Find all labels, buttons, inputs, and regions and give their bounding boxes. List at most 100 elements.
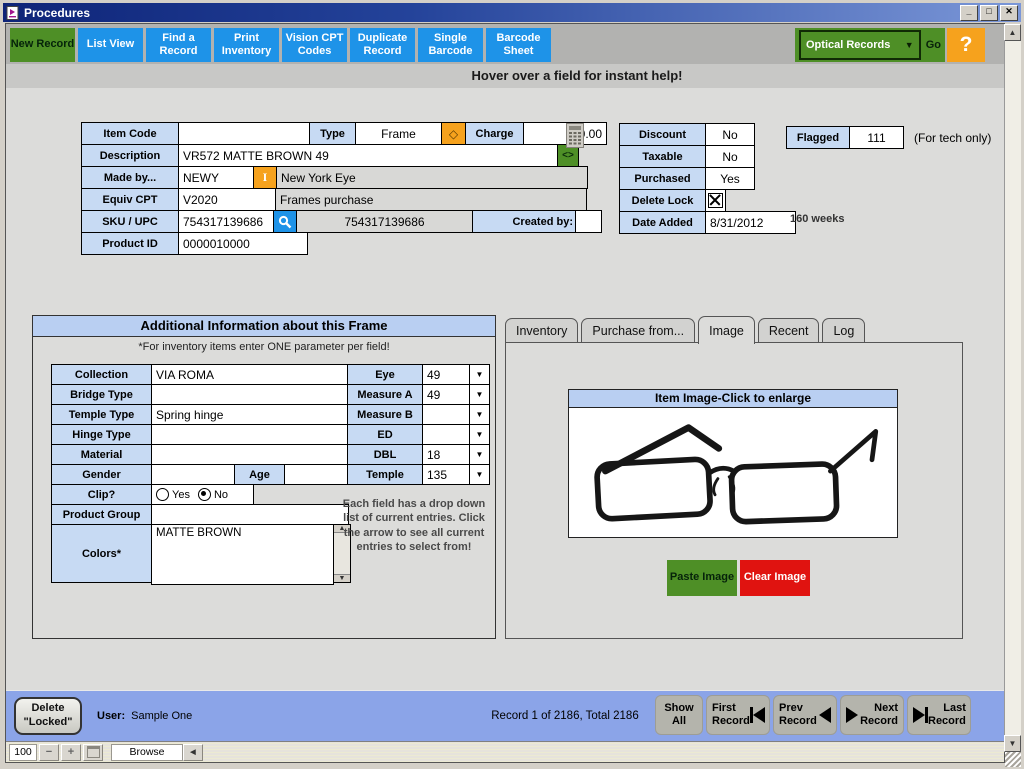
dbl-label: DBL	[347, 444, 423, 465]
zoom-out-icon[interactable]: −	[39, 744, 59, 761]
hinge-type-field[interactable]	[151, 424, 349, 445]
tab-recent[interactable]: Recent	[758, 318, 820, 343]
eyeglasses-image	[577, 412, 889, 534]
tab-log[interactable]: Log	[822, 318, 865, 343]
window-title: Procedures	[24, 6, 958, 20]
eye-dropdown-icon[interactable]: ▼	[469, 364, 490, 385]
equiv-cpt-name-value: Frames purchase	[275, 188, 587, 211]
duplicate-record-button[interactable]: Duplicate Record	[350, 28, 415, 62]
sku-mirror-value: 754317139686	[296, 210, 473, 233]
clip-yes-radio[interactable]	[156, 488, 169, 501]
scrollbar-down-icon[interactable]: ▼	[1004, 735, 1021, 752]
item-code-field[interactable]	[178, 122, 310, 145]
mode-popup-icon[interactable]: ◀	[183, 744, 203, 761]
description-field[interactable]: VR572 MATTE BROWN 49	[178, 144, 558, 167]
go-button[interactable]: Go	[926, 39, 941, 51]
product-group-field[interactable]	[151, 504, 349, 525]
taxable-value[interactable]: No	[705, 145, 755, 168]
date-added-label: Date Added	[619, 211, 706, 234]
prev-record-button[interactable]: Prev Record	[773, 695, 837, 735]
scroll-down-icon[interactable]: ▼	[334, 574, 350, 582]
delete-locked-button[interactable]: Delete "Locked"	[14, 697, 82, 735]
dbl-field[interactable]: 18	[422, 444, 470, 465]
app-window: Procedures _ □ ✕ New Record List View Fi…	[0, 0, 1024, 769]
user-label: User:	[97, 710, 125, 722]
mode-select[interactable]: Browse	[111, 744, 183, 761]
item-image[interactable]	[568, 407, 898, 538]
created-by-field[interactable]	[575, 210, 602, 233]
help-button[interactable]: ?	[947, 28, 985, 62]
item-image-header: Item Image-Click to enlarge	[568, 389, 898, 408]
type-picker-icon[interactable]: ◇	[441, 122, 466, 145]
flags-table: Discount No Taxable No Purchased Yes Del…	[620, 124, 796, 234]
close-icon[interactable]: ✕	[1000, 5, 1018, 21]
single-barcode-button[interactable]: Single Barcode	[418, 28, 483, 62]
colors-field[interactable]: MATTE BROWN	[151, 524, 334, 585]
discount-value[interactable]: No	[705, 123, 755, 146]
equiv-cpt-field[interactable]: V2020	[178, 188, 276, 211]
charge-field[interactable]: 90.00	[523, 122, 607, 145]
list-view-button[interactable]: List View	[78, 28, 143, 62]
measure-b-dropdown-icon[interactable]: ▼	[469, 404, 490, 425]
temple-type-field[interactable]: Spring hinge	[151, 404, 349, 425]
records-select[interactable]: Optical Records ▼	[799, 30, 921, 60]
delete-lock-checkbox[interactable]	[705, 189, 726, 212]
vertical-scrollbar[interactable]	[1004, 24, 1021, 752]
measure-a-label: Measure A	[347, 384, 423, 405]
clip-yes-label: Yes	[172, 489, 190, 501]
show-all-button[interactable]: Show All	[655, 695, 703, 735]
measure-a-dropdown-icon[interactable]: ▼	[469, 384, 490, 405]
flagged-label: Flagged	[786, 126, 850, 149]
calculator-icon[interactable]	[566, 123, 584, 148]
next-record-button[interactable]: Next Record	[840, 695, 904, 735]
status-toolbar-toggle-icon[interactable]	[83, 744, 103, 761]
temple-dropdown-icon[interactable]: ▼	[469, 464, 490, 485]
vision-cpt-codes-button[interactable]: Vision CPT Codes	[282, 28, 347, 62]
collection-field[interactable]: VIA ROMA	[151, 364, 349, 385]
ed-field[interactable]	[422, 424, 470, 445]
print-inventory-button[interactable]: Print Inventory	[214, 28, 279, 62]
date-added-field[interactable]: 8/31/2012	[705, 211, 796, 234]
paste-image-button[interactable]: Paste Image	[667, 560, 737, 596]
zoom-level[interactable]: 100	[9, 744, 37, 761]
dbl-dropdown-icon[interactable]: ▼	[469, 444, 490, 465]
sku-upc-field[interactable]: 754317139686	[178, 210, 274, 233]
ed-dropdown-icon[interactable]: ▼	[469, 424, 490, 445]
scrollbar-up-icon[interactable]: ▲	[1004, 24, 1021, 41]
status-bar: 100 − + Browse ◀	[6, 741, 1004, 762]
hover-hint-text: Hover over a field for instant help!	[150, 64, 1004, 88]
maximize-icon[interactable]: □	[980, 5, 998, 21]
clip-radio-group: Yes No	[151, 484, 254, 505]
measure-b-field[interactable]	[422, 404, 470, 425]
item-form: Item Code Type Frame ◇ Charge 90.00 Desc…	[82, 123, 607, 255]
barcode-sheet-button[interactable]: Barcode Sheet	[486, 28, 551, 62]
temple-field[interactable]: 135	[422, 464, 470, 485]
measures-table: Eye 49 ▼ Measure A 49 ▼ Measure B ▼ ED ▼…	[348, 365, 490, 485]
records-select-housing: Optical Records ▼ Go	[795, 28, 945, 62]
measure-a-field[interactable]: 49	[422, 384, 470, 405]
tab-bar: Inventory Purchase from... Image Recent …	[505, 317, 868, 343]
first-record-button[interactable]: First Record	[706, 695, 770, 735]
last-record-button[interactable]: Last Record	[907, 695, 971, 735]
tab-purchase-from[interactable]: Purchase from...	[581, 318, 695, 343]
made-by-code-field[interactable]: NEWY	[178, 166, 254, 189]
material-field[interactable]	[151, 444, 349, 465]
type-field[interactable]: Frame	[355, 122, 442, 145]
minimize-icon[interactable]: _	[960, 5, 978, 21]
purchased-value[interactable]: Yes	[705, 167, 755, 190]
product-id-field[interactable]: 0000010000	[178, 232, 308, 255]
window-resize-grip[interactable]	[1005, 752, 1021, 767]
tab-inventory[interactable]: Inventory	[505, 318, 578, 343]
flagged-field[interactable]: 111	[849, 126, 904, 149]
bridge-type-field[interactable]	[151, 384, 349, 405]
eye-field[interactable]: 49	[422, 364, 470, 385]
new-record-button[interactable]: New Record	[10, 28, 75, 62]
search-icon[interactable]	[273, 210, 297, 233]
find-record-button[interactable]: Find a Record	[146, 28, 211, 62]
tab-image[interactable]: Image	[698, 316, 755, 344]
vendor-info-button[interactable]: I	[253, 166, 277, 189]
clear-image-button[interactable]: Clear Image	[740, 560, 810, 596]
gender-field[interactable]	[151, 464, 235, 485]
zoom-in-icon[interactable]: +	[61, 744, 81, 761]
clip-no-radio[interactable]	[198, 488, 211, 501]
